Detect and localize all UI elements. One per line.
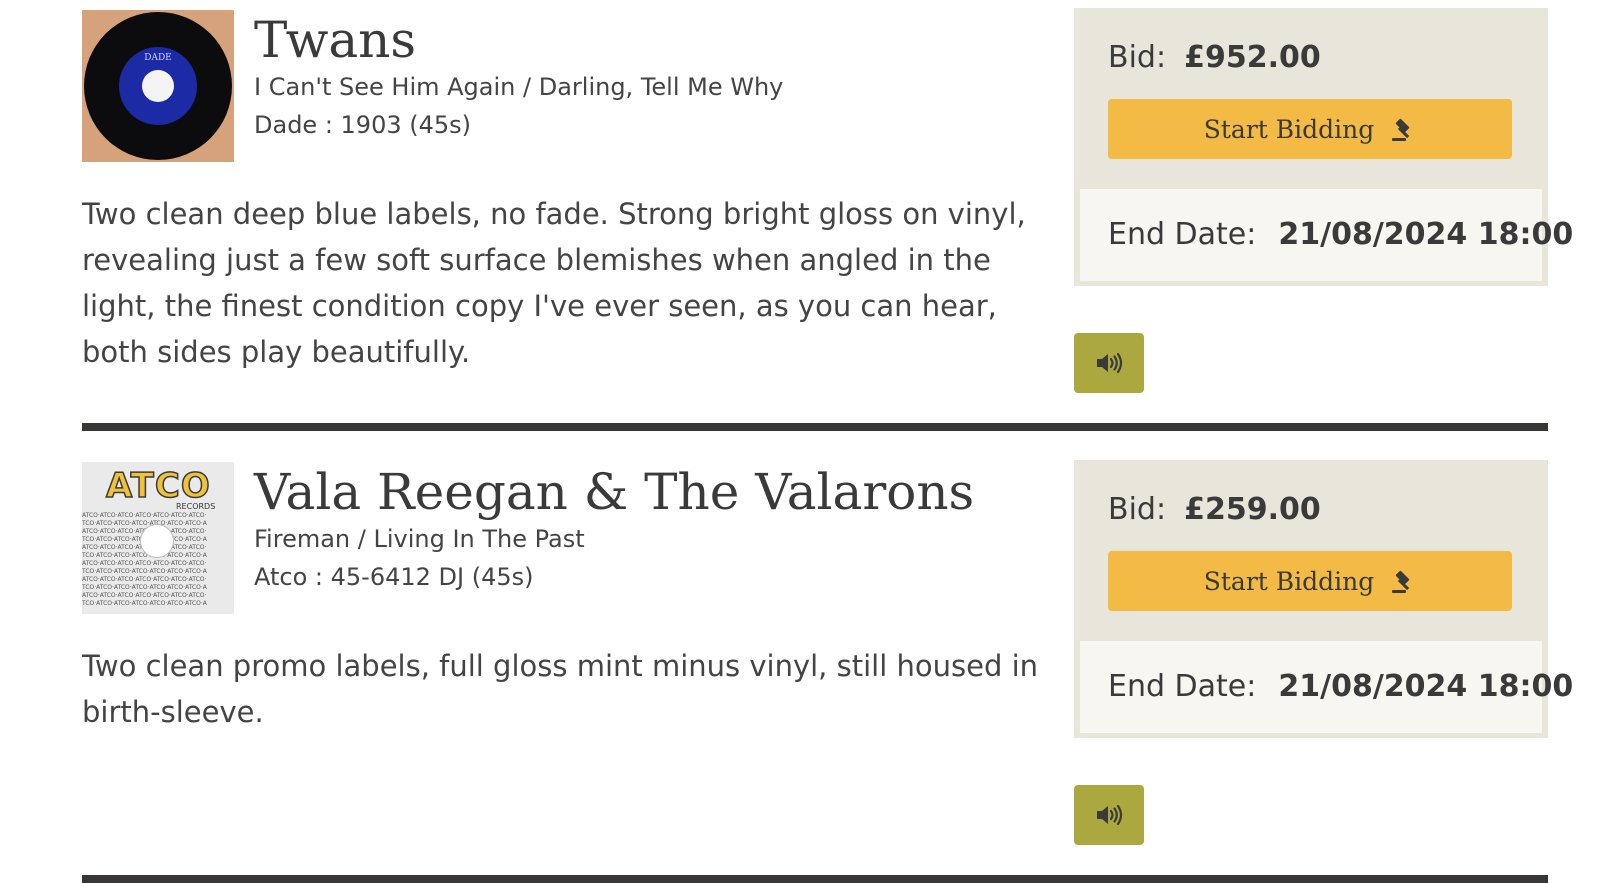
play-audio-button[interactable] [1074,333,1144,393]
item-description: Two clean deep blue labels, no fade. Str… [82,197,1026,369]
record-spindle-hole [142,70,174,102]
atco-logo: ATCO [105,465,211,507]
listing-divider [82,423,1548,431]
current-bid: Bid: £259.00 [1108,490,1321,530]
item-description: Two clean promo labels, full gloss mint … [82,649,1039,729]
record-thumbnail[interactable]: DADE [82,10,234,162]
start-bidding-label: Start Bidding [1203,114,1375,144]
track-titles: Fireman / Living In The Past [254,525,585,553]
bid-amount: £259.00 [1184,492,1321,527]
label-catalog-number: Dade : 1903 (45s) [254,111,472,139]
end-date-value: 21/08/2024 18:00 [1278,669,1574,704]
end-date-label: End Date: [1108,669,1257,704]
speaker-volume-icon [1097,352,1123,374]
speaker-volume-icon [1097,804,1123,826]
label-catalog-number: Atco : 45-6412 DJ (45s) [254,563,534,591]
bid-label: Bid: [1108,40,1167,75]
end-date-label: End Date: [1108,217,1257,252]
atco-records-text: RECORDS [176,502,216,511]
listing-divider [82,875,1548,883]
track-titles: I Can't See Him Again / Darling, Tell Me… [254,73,784,101]
artist-name[interactable]: Twans [254,8,416,72]
record-label-brand: DADE [144,53,172,63]
end-date: End Date: 21/08/2024 18:00 [1108,667,1573,707]
record-thumbnail[interactable]: ATCO·ATCO·ATCO·ATCO·ATCO·ATCO·ATCO· TCO·… [82,462,234,614]
start-bidding-button[interactable]: Start Bidding [1108,99,1512,159]
artist-name[interactable]: Vala Reegan & The Valarons [254,460,974,524]
bid-amount: £952.00 [1184,40,1321,75]
start-bidding-button[interactable]: Start Bidding [1108,551,1512,611]
end-date-box: End Date: 21/08/2024 18:00 [1080,641,1573,733]
end-date-value: 21/08/2024 18:00 [1278,217,1574,252]
start-bidding-label: Start Bidding [1203,566,1375,596]
bid-label: Bid: [1108,492,1167,527]
gavel-icon [1392,570,1410,593]
play-audio-button[interactable] [1074,785,1144,845]
end-date: End Date: 21/08/2024 18:00 [1108,215,1573,255]
end-date-box: End Date: 21/08/2024 18:00 [1080,189,1573,281]
bid-panel: Bid: £259.00 Start Bidding End Date: 21/08… [1074,460,1573,738]
current-bid: Bid: £952.00 [1108,38,1321,78]
record-spindle-hole [140,524,174,558]
gavel-icon [1392,118,1410,141]
bid-panel: Bid: £952.00 Start Bidding End Date: 21/08… [1074,8,1573,286]
